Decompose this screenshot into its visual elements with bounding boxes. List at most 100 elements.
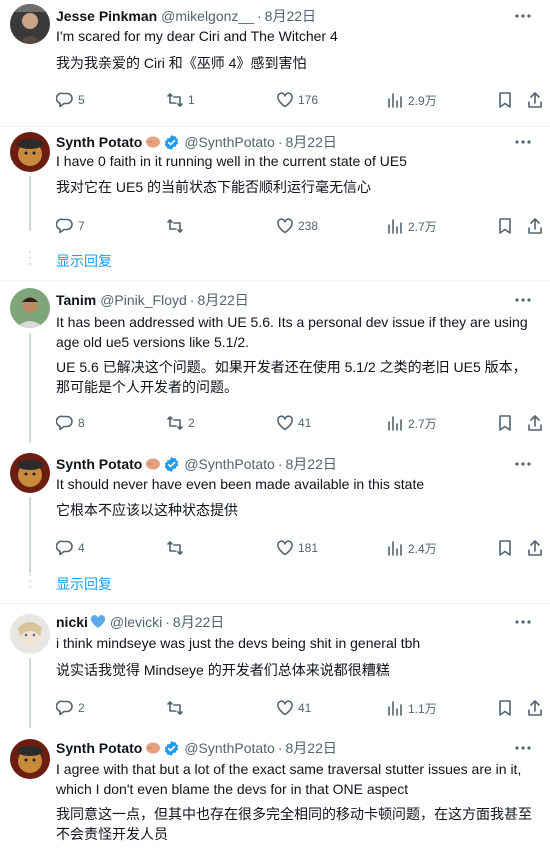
user-handle[interactable]: @mikelgonz__	[161, 6, 254, 26]
view-count: 2.7万	[408, 416, 437, 431]
retweet-button[interactable]	[166, 538, 188, 558]
avatar[interactable]	[10, 132, 50, 172]
reply-button[interactable]: 7	[56, 216, 85, 236]
display-name[interactable]: Tanim	[56, 290, 96, 310]
show-replies-link[interactable]: 显示回复	[56, 251, 112, 271]
tweet-synth-potato-3[interactable]: Synth Potato @SynthPotato · 8月22日 I agre…	[0, 733, 550, 851]
reply-button[interactable]: 4	[56, 538, 85, 558]
bookmark-button[interactable]	[496, 90, 514, 110]
display-name[interactable]: Synth Potato	[56, 132, 142, 152]
bookmark-button[interactable]	[496, 698, 514, 718]
retweet-button[interactable]: 1	[166, 90, 195, 110]
timestamp[interactable]: 8月22日	[265, 6, 316, 26]
like-button[interactable]: 238	[276, 216, 318, 236]
timestamp[interactable]: 8月22日	[286, 738, 337, 758]
show-replies-link[interactable]: 显示回复	[56, 574, 112, 594]
separator-dot: ·	[277, 740, 283, 756]
like-count: 41	[298, 416, 312, 430]
share-icon	[528, 540, 542, 556]
views-button[interactable]: 2.7万	[386, 413, 437, 433]
display-name[interactable]: nicki	[56, 612, 88, 632]
share-button[interactable]	[526, 90, 544, 110]
user-handle[interactable]: @Pinik_Floyd	[100, 290, 187, 310]
bookmark-button[interactable]	[496, 413, 514, 433]
reply-button[interactable]: 5	[56, 90, 85, 110]
view-count: 2.7万	[408, 219, 437, 234]
reply-button[interactable]: 2	[56, 698, 85, 718]
views-button[interactable]: 1.1万	[386, 698, 437, 718]
reply-icon	[56, 415, 73, 431]
retweet-button[interactable]	[166, 698, 188, 718]
user-handle[interactable]: @SynthPotato	[184, 738, 275, 758]
tweet-synth-potato-1[interactable]: Synth Potato @SynthPotato · 8月22日 I have…	[0, 126, 550, 251]
hand-icon	[145, 457, 161, 471]
separator-dot: ·	[165, 614, 170, 630]
tweet-synth-potato-2[interactable]: Synth Potato @SynthPotato · 8月22日 It sho…	[0, 447, 550, 573]
like-count: 41	[298, 701, 312, 715]
like-button[interactable]: 181	[276, 538, 318, 558]
view-count: 2.4万	[408, 541, 437, 556]
more-options-button[interactable]	[514, 612, 532, 632]
like-count: 181	[298, 541, 319, 555]
more-options-button[interactable]	[514, 454, 532, 474]
reply-count: 2	[78, 701, 85, 715]
retweet-icon	[167, 219, 183, 233]
avatar[interactable]	[10, 453, 50, 493]
heart-icon	[277, 92, 293, 108]
share-button[interactable]	[526, 413, 544, 433]
like-button[interactable]: 176	[276, 90, 318, 110]
share-button[interactable]	[526, 698, 544, 718]
verified-badge-icon[interactable]	[163, 456, 180, 473]
tweet-text: I have 0 faith in it running well in the…	[56, 153, 407, 169]
views-button[interactable]: 2.4万	[386, 538, 437, 558]
display-name[interactable]: Synth Potato	[56, 454, 142, 474]
share-button[interactable]	[526, 538, 544, 558]
more-options-button[interactable]	[514, 132, 532, 152]
tweet-text: i think mindseye was just the devs being…	[56, 635, 421, 651]
reply-icon	[56, 700, 73, 716]
display-name[interactable]: Jesse Pinkman	[56, 6, 157, 26]
timestamp[interactable]: 8月22日	[286, 132, 337, 152]
timestamp[interactable]: 8月22日	[286, 454, 337, 474]
reply-icon	[56, 92, 73, 108]
user-handle[interactable]: @levicki	[110, 612, 162, 632]
retweet-button[interactable]: 2	[166, 413, 195, 433]
separator-dot: ·	[189, 292, 195, 308]
tweet-tanim[interactable]: Tanim @Pinik_Floyd · 8月22日 It has been a…	[0, 281, 550, 443]
views-button[interactable]: 2.7万	[386, 216, 437, 236]
bookmark-button[interactable]	[496, 538, 514, 558]
timestamp[interactable]: 8月22日	[173, 612, 224, 632]
views-button[interactable]: 2.9万	[386, 90, 437, 110]
verified-badge-icon[interactable]	[163, 740, 180, 757]
timestamp[interactable]: 8月22日	[197, 290, 248, 310]
views-chart-icon	[388, 93, 402, 108]
thread-continuation-dots	[28, 574, 32, 598]
more-options-button[interactable]	[514, 6, 532, 26]
tweet-nicki[interactable]: nicki @levicki · 8月22日 i think mindseye …	[0, 604, 550, 728]
like-button[interactable]: 41	[276, 413, 311, 433]
tweet-jesse-pinkman[interactable]: Jesse Pinkman @mikelgonz__ · 8月22日 I'm s…	[0, 0, 550, 128]
more-options-button[interactable]	[514, 738, 532, 758]
avatar[interactable]	[10, 4, 50, 44]
verified-badge-icon[interactable]	[163, 134, 180, 151]
like-button[interactable]: 41	[276, 698, 311, 718]
bookmark-button[interactable]	[496, 216, 514, 236]
avatar[interactable]	[10, 739, 50, 779]
like-count: 238	[298, 219, 319, 233]
share-button[interactable]	[526, 216, 544, 236]
retweet-button[interactable]	[166, 216, 188, 236]
avatar[interactable]	[10, 288, 50, 328]
user-handle[interactable]: @SynthPotato	[184, 454, 275, 474]
avatar[interactable]	[10, 614, 50, 654]
thread-line	[29, 658, 31, 728]
more-icon	[515, 620, 531, 624]
tweet-actions: 7 238 2.7万	[56, 216, 542, 236]
user-handle[interactable]: @SynthPotato	[184, 132, 275, 152]
more-options-button[interactable]	[514, 290, 532, 310]
bookmark-icon	[499, 415, 511, 431]
share-icon	[528, 700, 542, 716]
more-icon	[515, 140, 531, 144]
reply-count: 5	[78, 93, 85, 107]
reply-button[interactable]: 8	[56, 413, 85, 433]
display-name[interactable]: Synth Potato	[56, 738, 142, 758]
